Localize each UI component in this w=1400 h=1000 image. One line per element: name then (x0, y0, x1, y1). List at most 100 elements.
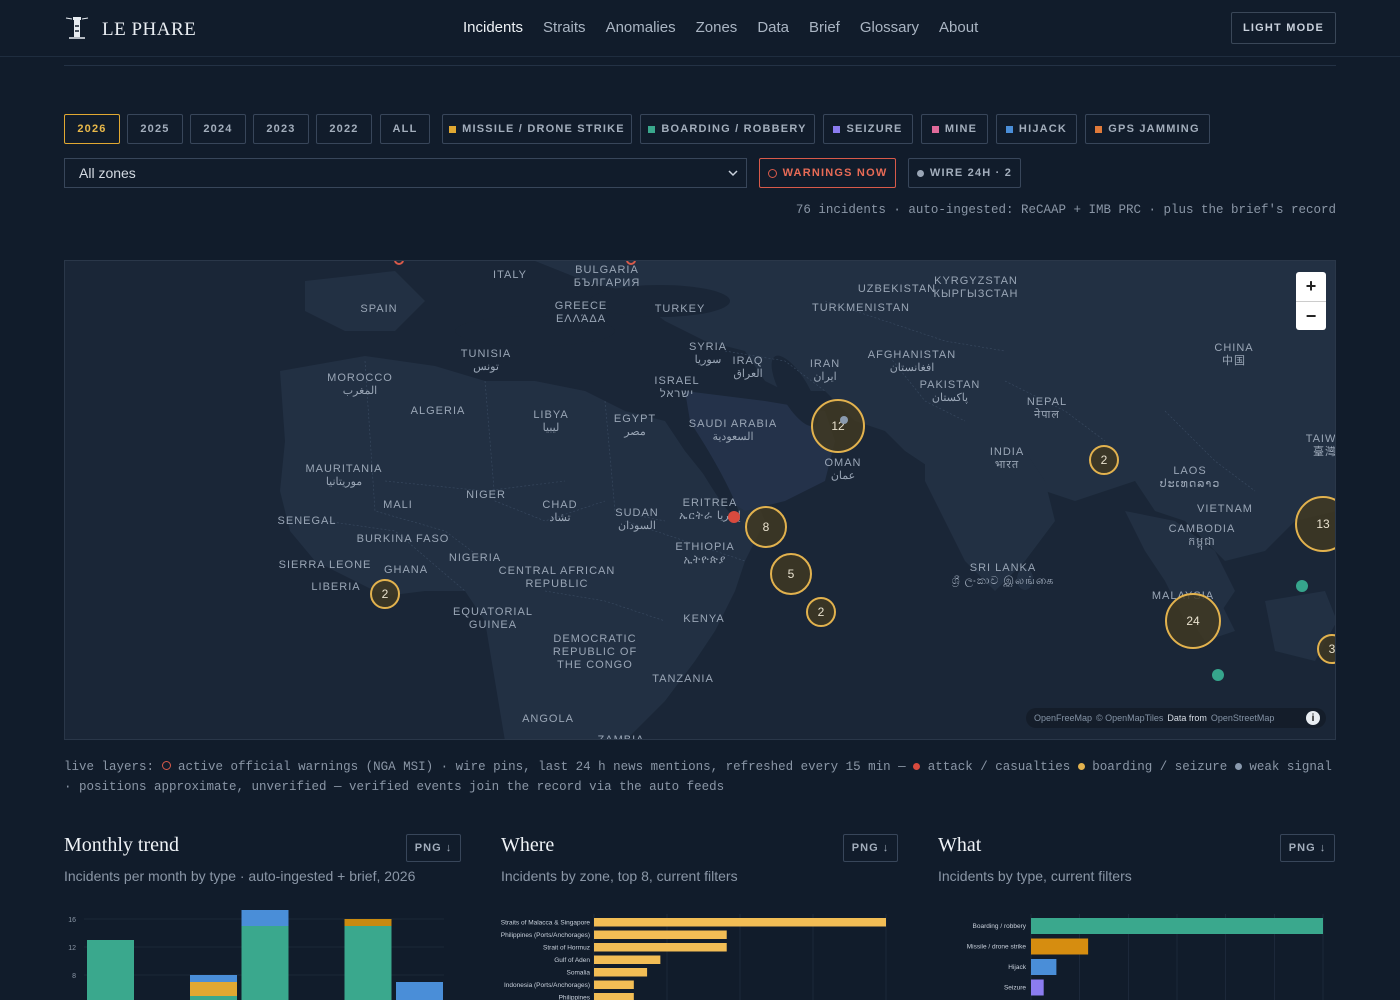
map-country-label: NIGERIA (448, 552, 502, 564)
nav-zones[interactable]: Zones (696, 19, 738, 36)
attribution-link[interactable]: © OpenMapTiles (1096, 713, 1163, 723)
incident-cluster[interactable]: 5 (770, 553, 812, 595)
incident-count-meta: 76 incidents · auto-ingested: ReCAAP + I… (795, 203, 1336, 217)
type-chip-missile-drone-strike[interactable]: MISSILE / DRONE STRIKE (442, 114, 632, 144)
panel-subtitle: Incidents by type, current filters (938, 868, 1132, 884)
warning-ring-icon (767, 168, 777, 178)
png-download-button[interactable]: PNG ↓ (1280, 834, 1335, 862)
bar (594, 930, 727, 939)
zone-select[interactable]: All zones (64, 158, 747, 188)
weak-signal-pin[interactable] (840, 416, 848, 424)
map-legend: live layers: active official warnings (N… (64, 757, 1336, 797)
nav-straits[interactable]: Straits (543, 19, 586, 36)
year-chip-all[interactable]: ALL (380, 114, 430, 144)
panel-subtitle: Incidents by zone, top 8, current filter… (501, 868, 738, 884)
nav-about[interactable]: About (939, 19, 978, 36)
year-chip-2025[interactable]: 2025 (127, 114, 183, 144)
type-chip-mine[interactable]: MINE (921, 114, 988, 144)
map-country-label: ALGERIA (410, 405, 466, 417)
year-chip-2026[interactable]: 2026 (64, 114, 120, 144)
map-country-label: SRI LANKA ශ්‍රී ලංකාව இலங்கை (951, 562, 1055, 587)
boarding-pin[interactable] (1212, 669, 1224, 681)
map-country-label: IRAN ایران (809, 358, 841, 383)
nav-glossary[interactable]: Glossary (860, 19, 919, 36)
attack-wire-pin[interactable] (728, 511, 740, 523)
stacked-bar-segment (241, 926, 289, 1000)
attribution-link[interactable]: OpenFreeMap (1034, 713, 1092, 723)
zoom-out-button[interactable]: − (1296, 302, 1326, 331)
type-chip-seizure[interactable]: SEIZURE (823, 114, 913, 144)
legend-weak: weak signal (1249, 760, 1332, 774)
map-country-label: ETHIOPIA ኢትዮጵያ (675, 541, 735, 566)
light-mode-button[interactable]: LIGHT MODE (1231, 12, 1336, 44)
map-country-label: DEMOCRATIC REPUBLIC OF THE CONGO (552, 633, 638, 671)
y-tick-label: 8 (72, 973, 76, 980)
category-label: Philippines (559, 995, 591, 1000)
year-chip-2024[interactable]: 2024 (190, 114, 246, 144)
chip-label: GPS JAMMING (1108, 123, 1200, 135)
incident-map[interactable]: ITALY BULGARIA БЪЛГАРИЯ SPAIN GREECE ΕΛΛΆΔΑ… (64, 260, 1336, 740)
png-download-button[interactable]: PNG ↓ (406, 834, 461, 862)
category-label: Hijack (1008, 964, 1026, 971)
nav-data[interactable]: Data (757, 19, 789, 36)
info-icon[interactable]: i (1306, 711, 1320, 725)
category-label: Strait of Hormuz (543, 945, 590, 952)
swatch-icon (931, 125, 939, 133)
nav-incidents[interactable]: Incidents (463, 19, 523, 36)
incident-cluster[interactable]: 2 (1089, 445, 1119, 475)
map-country-label: KENYA (683, 613, 725, 625)
map-country-label: SUDAN السودان (615, 507, 659, 532)
bar (1031, 979, 1044, 996)
brand[interactable]: LE PHARE (64, 14, 196, 45)
y-tick-label: 16 (68, 917, 76, 924)
type-chip-boarding-robbery[interactable]: BOARDING / ROBBERY (640, 114, 815, 144)
wire-dot-icon (916, 169, 924, 177)
map-attribution: OpenFreeMap © OpenMapTiles Data from Ope… (1026, 708, 1326, 728)
incident-cluster[interactable]: 2 (370, 579, 400, 609)
stacked-bar-segment (241, 910, 289, 926)
map-country-label: SENEGAL (277, 515, 337, 527)
map-country-label: UZBEKISTAN (857, 283, 937, 295)
attribution-text: Data from (1167, 713, 1207, 723)
category-label: Straits of Malacca & Singapore (501, 920, 590, 927)
incident-cluster[interactable]: 8 (745, 506, 787, 548)
map-country-label: GHANA (383, 564, 429, 576)
boarding-pin[interactable] (1296, 580, 1308, 592)
panel-title: Where (501, 834, 555, 856)
nav-anomalies[interactable]: Anomalies (606, 19, 676, 36)
map-country-label: ZAMBIA (597, 734, 645, 740)
wire-label: WIRE 24H · 2 (929, 167, 1013, 179)
warnings-now-toggle[interactable]: WARNINGS NOW (759, 158, 896, 188)
attribution-link[interactable]: OpenStreetMap (1211, 713, 1275, 723)
type-chip-hijack[interactable]: HIJACK (996, 114, 1077, 144)
swatch-icon (1095, 125, 1103, 133)
incident-cluster[interactable]: 2 (806, 597, 836, 627)
lighthouse-icon (64, 14, 90, 45)
chevron-down-icon (726, 166, 740, 183)
map-country-label: MAURITANIA موريتانيا (305, 463, 383, 488)
nav-brief[interactable]: Brief (809, 19, 840, 36)
incident-cluster[interactable]: 24 (1165, 593, 1221, 649)
divider (64, 65, 1336, 66)
map-country-label: CENTRAL AFRICAN REPUBLIC (498, 565, 616, 590)
map-country-label: IRAQ العراق (732, 355, 764, 380)
map-country-label: NEPAL नेपाल (1026, 396, 1068, 421)
top-bar: LE PHARE Incidents Straits Anomalies Zon… (0, 0, 1400, 57)
bar (594, 968, 648, 977)
bar (1031, 959, 1057, 975)
chip-label: MINE (944, 123, 978, 135)
png-download-button[interactable]: PNG ↓ (843, 834, 898, 862)
bar (594, 993, 634, 1000)
year-chip-2022[interactable]: 2022 (316, 114, 372, 144)
map-country-label: EGYPT مصر (613, 413, 657, 438)
swatch-icon (833, 125, 841, 133)
type-chip-gps-jamming[interactable]: GPS JAMMING (1085, 114, 1210, 144)
map-country-label: GREECE ΕΛΛΆΔΑ (554, 300, 608, 325)
brand-title: LE PHARE (102, 18, 197, 40)
incident-cluster[interactable]: 12 (811, 399, 865, 453)
zoom-in-button[interactable]: + (1296, 272, 1326, 302)
map-country-label: BULGARIA БЪЛГАРИЯ (573, 264, 641, 289)
wire-24h-toggle[interactable]: WIRE 24H · 2 (908, 158, 1021, 188)
year-chip-2023[interactable]: 2023 (253, 114, 309, 144)
what-chart: Boarding / robbery Missile / drone strike… (967, 914, 1324, 1000)
